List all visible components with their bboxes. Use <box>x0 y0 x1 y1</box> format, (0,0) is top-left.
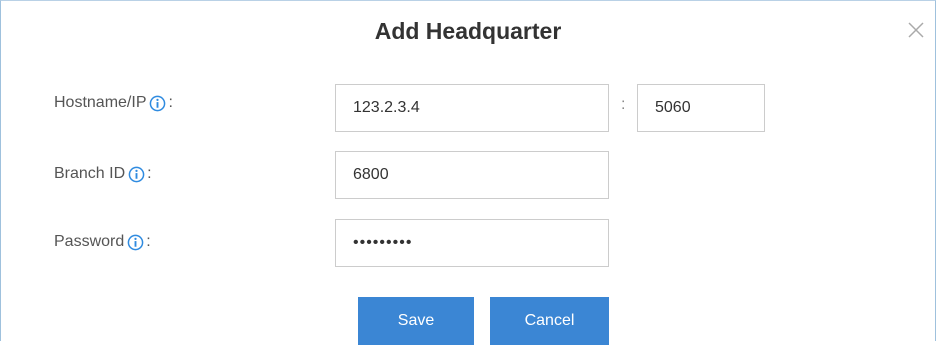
info-icon[interactable] <box>128 166 145 183</box>
branch-id-input[interactable] <box>335 151 609 199</box>
label-colon: : <box>168 94 173 111</box>
save-button[interactable]: Save <box>358 297 474 345</box>
label-colon: : <box>146 233 151 250</box>
label-colon: : <box>147 165 152 182</box>
hostname-label-row: Hostname/IP : <box>54 94 173 112</box>
dialog-title: Add Headquarter <box>374 18 562 44</box>
password-label: Password <box>54 233 125 250</box>
branch-id-label-row: Branch ID : <box>54 165 152 183</box>
hostname-input[interactable] <box>335 84 609 132</box>
port-separator: : <box>621 96 626 113</box>
cancel-button[interactable]: Cancel <box>490 297 609 345</box>
hostname-label: Hostname/IP <box>54 94 147 111</box>
info-icon[interactable] <box>127 234 144 251</box>
info-icon[interactable] <box>149 95 166 112</box>
close-icon[interactable] <box>905 19 927 41</box>
password-input[interactable] <box>335 219 609 267</box>
add-headquarter-dialog: Add Headquarter Hostname/IP : : Branch I… <box>0 0 936 345</box>
password-label-row: Password : <box>54 233 151 251</box>
port-input[interactable] <box>637 84 765 132</box>
branch-id-label: Branch ID <box>54 165 126 182</box>
